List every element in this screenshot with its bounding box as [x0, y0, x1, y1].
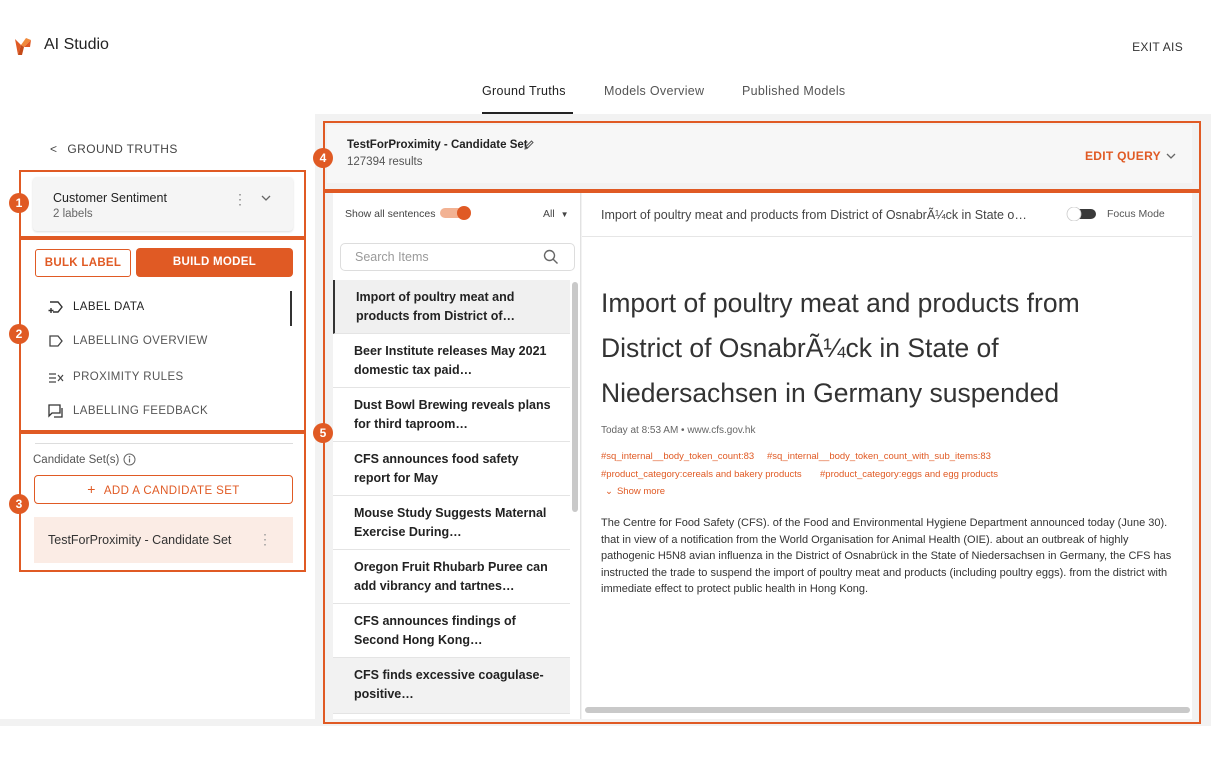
- dataset-selector[interactable]: Customer Sentiment 2 labels ⋮: [33, 177, 293, 231]
- list-item-title: Dust Bowl Brewing reveals plans for thir…: [354, 398, 551, 431]
- list-item[interactable]: Dust Bowl Brewing reveals plans for thir…: [333, 388, 570, 442]
- callout-badge-2: 2: [9, 324, 29, 344]
- label-data-icon: [48, 301, 63, 313]
- search-icon[interactable]: [543, 249, 559, 265]
- dataset-name: Customer Sentiment: [53, 191, 167, 205]
- search-box: [340, 243, 575, 271]
- info-icon[interactable]: [123, 453, 136, 466]
- candidate-set-title: TestForProximity - Candidate Set: [347, 139, 528, 151]
- focus-mode-toggle[interactable]: [1066, 207, 1098, 221]
- nav-active-indicator: [290, 291, 292, 326]
- result-count: 127394 results: [347, 156, 423, 168]
- tab-ground-truths[interactable]: Ground Truths: [482, 84, 573, 114]
- dataset-label-count: 2 labels: [53, 208, 93, 220]
- list-item-title: Mouse Study Suggests Maternal Exercise D…: [354, 506, 547, 539]
- more-vert-icon[interactable]: ⋮: [258, 531, 272, 548]
- show-all-sentences-label: Show all sentences: [345, 208, 436, 220]
- callout-badge-1: 1: [9, 193, 29, 213]
- top-bar: AI Studio EXIT AIS: [0, 0, 1211, 90]
- more-vert-icon[interactable]: ⋮: [233, 191, 247, 208]
- detail-header-title: Import of poultry meat and products from…: [601, 208, 1027, 222]
- build-model-button[interactable]: BUILD MODEL: [136, 248, 293, 277]
- plus-icon: +: [87, 481, 96, 497]
- list-item-title: CFS finds excessive coagulase-positive…: [354, 668, 544, 701]
- nav-label: PROXIMITY RULES: [73, 371, 184, 383]
- app-title: AI Studio: [44, 36, 109, 53]
- search-input[interactable]: [355, 249, 535, 265]
- list-item[interactable]: Mouse Study Suggests Maternal Exercise D…: [333, 496, 570, 550]
- main-tabs: Ground Truths Models Overview Published …: [0, 84, 1211, 114]
- proximity-rules-icon: [49, 373, 64, 383]
- chevron-down-icon: ⌄: [605, 486, 613, 497]
- nav-label: LABEL DATA: [73, 301, 145, 313]
- back-link-label: GROUND TRUTHS: [67, 142, 178, 156]
- candidate-sets-title: Candidate Set(s): [33, 454, 120, 466]
- add-candidate-set-label: ADD A CANDIDATE SET: [103, 485, 240, 497]
- tab-models-overview[interactable]: Models Overview: [604, 84, 714, 114]
- list-item[interactable]: Import of poultry meat and products from…: [333, 280, 570, 334]
- list-item[interactable]: CFS finds excessive coagulase-positive…: [333, 658, 570, 714]
- nav-label: LABELLING FEEDBACK: [73, 405, 209, 417]
- list-item-title: CFS announces food safety report for May: [354, 452, 519, 485]
- feedback-icon: [48, 404, 63, 418]
- nav-label: LABELLING OVERVIEW: [73, 335, 208, 347]
- candidate-set-item[interactable]: TestForProximity - Candidate Set ⋮: [34, 517, 293, 563]
- list-item[interactable]: Beer Institute releases May 2021 domesti…: [333, 334, 570, 388]
- list-item-title: Beer Institute releases May 2021 domesti…: [354, 344, 547, 377]
- edit-query-button[interactable]: EDIT QUERY: [1085, 149, 1161, 163]
- bulk-label-button[interactable]: BULK LABEL: [35, 249, 131, 277]
- tag-link[interactable]: #sq_internal__body_token_count:83: [601, 451, 754, 462]
- document-title: Import of poultry meat and products from…: [601, 288, 1080, 408]
- list-item[interactable]: CFS announces findings of Second Hong Ko…: [333, 604, 570, 658]
- candidate-set-header: [327, 125, 1192, 183]
- tag-link[interactable]: #product_category:eggs and egg products: [820, 469, 998, 480]
- label-tag-icon: [49, 335, 63, 347]
- caret-down-icon: ▼: [560, 210, 569, 219]
- candidate-set-name: TestForProximity - Candidate Set: [48, 533, 232, 547]
- sentence-filter-select[interactable]: All ▼: [543, 208, 569, 220]
- show-more-link[interactable]: ⌄ Show more: [605, 486, 665, 497]
- filter-value: All: [543, 208, 555, 220]
- list-item[interactable]: Oregon Fruit Rhubarb Puree can add vibra…: [333, 550, 570, 604]
- ai-studio-logo-icon: [15, 38, 31, 55]
- tag-link[interactable]: #sq_internal__body_token_count_with_sub_…: [767, 451, 991, 462]
- focus-mode-label: Focus Mode: [1107, 208, 1165, 220]
- callout-badge-5: 5: [313, 423, 333, 443]
- list-scrollbar[interactable]: [572, 282, 578, 512]
- exit-ais-button[interactable]: EXIT AIS: [1132, 40, 1183, 54]
- list-item-title: CFS announces findings of Second Hong Ko…: [354, 614, 516, 647]
- chevron-down-icon[interactable]: [1166, 151, 1176, 161]
- list-item[interactable]: CFS announces food safety report for May: [333, 442, 570, 496]
- document-body: The Centre for Food Safety (CFS). of the…: [601, 517, 1172, 595]
- chevron-left-icon: <: [50, 142, 58, 156]
- back-to-ground-truths-link[interactable]: < GROUND TRUTHS: [50, 142, 178, 156]
- document-meta: Today at 8:53 AM • www.cfs.gov.hk: [601, 425, 756, 436]
- list-item-title: Oregon Fruit Rhubarb Puree can add vibra…: [354, 560, 548, 593]
- callout-badge-3: 3: [9, 494, 29, 514]
- show-all-sentences-toggle[interactable]: [440, 206, 472, 220]
- sidebar-divider: [35, 443, 293, 444]
- show-more-label: Show more: [616, 486, 666, 497]
- add-candidate-set-button[interactable]: + ADD A CANDIDATE SET: [34, 475, 293, 504]
- list-item-title: Import of poultry meat and products from…: [356, 290, 516, 323]
- pencil-icon[interactable]: [523, 139, 535, 151]
- detail-horizontal-scrollbar[interactable]: [585, 707, 1190, 713]
- tab-published-models[interactable]: Published Models: [742, 84, 857, 114]
- callout-badge-4: 4: [313, 148, 333, 168]
- chevron-down-icon[interactable]: [261, 193, 271, 203]
- tag-link[interactable]: #product_category:cereals and bakery pro…: [601, 469, 802, 480]
- detail-divider: [582, 236, 1192, 237]
